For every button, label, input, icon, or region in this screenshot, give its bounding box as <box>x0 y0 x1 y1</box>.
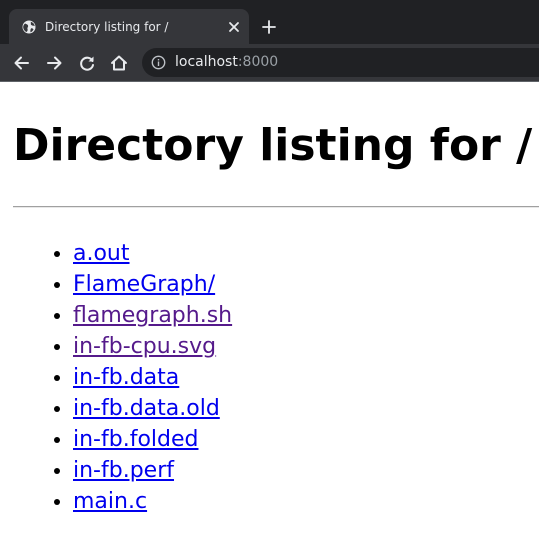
forward-arrow-icon[interactable] <box>44 53 64 73</box>
list-item: in-fb.folded <box>73 424 232 455</box>
url-host: localhost <box>175 54 238 70</box>
tab-directory-listing[interactable]: Directory listing for / <box>9 9 249 44</box>
list-item: in-fb.data.old <box>73 393 232 424</box>
list-item: in-fb-cpu.svg <box>73 331 232 362</box>
url-text[interactable]: localhost:8000 <box>175 53 278 72</box>
globe-icon <box>22 20 36 34</box>
list-item: main.c <box>73 486 232 517</box>
url-port: :8000 <box>237 54 279 70</box>
tab-title: Directory listing for / <box>45 20 169 34</box>
file-link[interactable]: in-fb.data.old <box>73 396 220 421</box>
tab-strip: Directory listing for / <box>0 0 539 44</box>
browser-window: Directory listing for / localhost:8000 D… <box>0 0 539 540</box>
divider <box>13 206 539 208</box>
file-link[interactable]: flamegraph.sh <box>73 303 232 328</box>
address-bar[interactable]: localhost:8000 <box>142 48 539 77</box>
file-link[interactable]: a.out <box>73 241 130 266</box>
back-arrow-icon[interactable] <box>12 53 32 73</box>
list-item: in-fb.data <box>73 362 232 393</box>
list-item: a.out <box>73 238 232 269</box>
list-item: FlameGraph/ <box>73 269 232 300</box>
new-tab-icon[interactable] <box>262 20 276 34</box>
reload-icon[interactable] <box>77 53 97 73</box>
list-item: in-fb.perf <box>73 455 232 486</box>
toolbar: localhost:8000 <box>0 44 539 82</box>
page-title: Directory listing for / <box>13 120 533 171</box>
info-icon[interactable] <box>151 55 166 70</box>
file-list: a.out FlameGraph/flamegraph.sh in-fb-cpu.s… <box>0 238 232 517</box>
home-icon[interactable] <box>109 53 129 73</box>
file-link[interactable]: in-fb.data <box>73 365 179 390</box>
close-tab-icon[interactable] <box>228 21 240 33</box>
list-item: flamegraph.sh <box>73 300 232 331</box>
file-link[interactable]: in-fb.folded <box>73 427 198 452</box>
file-link[interactable]: in-fb-cpu.svg <box>73 334 216 359</box>
file-link[interactable]: in-fb.perf <box>73 458 174 483</box>
file-link[interactable]: FlameGraph/ <box>73 272 215 297</box>
page-content: Directory listing for / a.out FlameGraph/… <box>0 82 539 540</box>
file-link[interactable]: main.c <box>73 489 147 514</box>
